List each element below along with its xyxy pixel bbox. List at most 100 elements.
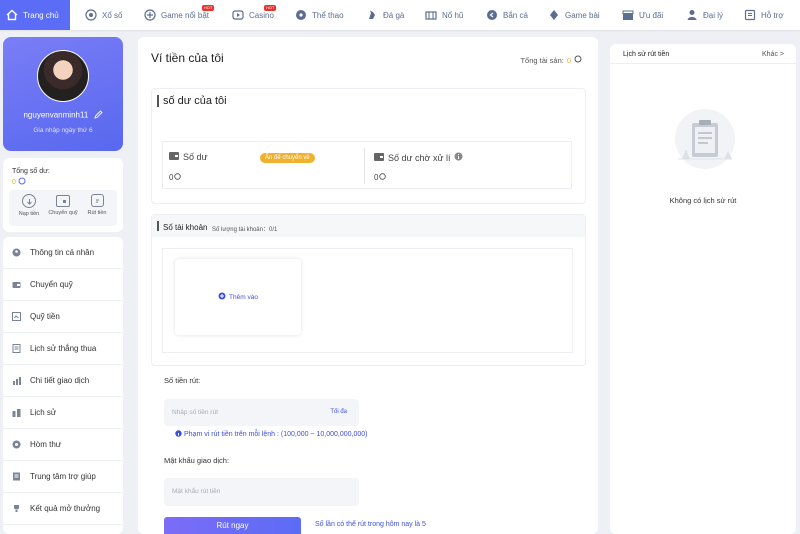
top-nav: Trang chủ Xổ số Game nổi bật HOT Casino … <box>0 0 800 30</box>
add-account-card[interactable]: Thêm vào <box>175 259 301 335</box>
withdraw-limit-note: Số lần có thể rút trong hôm nay là 5 <box>315 521 426 528</box>
lottery-icon <box>85 9 97 21</box>
quick-actions: Nạp tiền Chuyển quỹ Rút tiền <box>9 190 117 226</box>
nav-sports[interactable]: Thể thao <box>295 0 344 30</box>
history-icon <box>12 344 21 353</box>
sidebar-item-fund[interactable]: Quỹ tiền <box>3 301 123 333</box>
balance-value-row: 0 <box>169 173 182 182</box>
profile-card: nguyenvanminh11 Gia nhập ngày thứ 6 <box>3 37 123 151</box>
username-row: nguyenvanminh11 <box>3 110 123 121</box>
sports-icon <box>295 9 307 21</box>
sidebar-item-history[interactable]: Lịch sử <box>3 397 123 429</box>
sidebar-item-label: Quỹ tiền <box>30 312 60 321</box>
wallet-icon <box>374 152 384 163</box>
sidebar-item-personal-info[interactable]: Thông tin cá nhân <box>3 237 123 269</box>
sidebar-item-win-loss-history[interactable]: Lịch sử thắng thua <box>3 333 123 365</box>
nav-agent-label: Đại lý <box>703 10 724 20</box>
transaction-icon <box>12 376 21 385</box>
refresh-icon[interactable] <box>574 55 582 65</box>
sidebar-item-draw-results[interactable]: Kết quả mở thưởng <box>3 493 123 525</box>
wallet-icon <box>12 280 21 289</box>
sidebar-item-label: Trung tâm trợ giúp <box>30 472 96 481</box>
clock-icon <box>12 408 21 417</box>
account-count: Số lượng tài khoản：0/1 <box>212 227 278 233</box>
plus-icon <box>218 292 226 302</box>
nav-sports-label: Thể thao <box>312 10 344 20</box>
wallet-panel: Ví tiền của tôi Tổng tài sản: 0 số dư củ… <box>138 37 598 534</box>
empty-state-text: Không có lịch sử rút <box>669 196 737 205</box>
nav-slots[interactable]: Nổ hũ <box>425 0 463 30</box>
deposit-button[interactable]: Nạp tiền <box>12 194 46 217</box>
hide-transfer-button[interactable]: Ẩn để chuyển về <box>260 153 315 163</box>
sidebar-item-transaction-details[interactable]: Chi tiết giao dịch <box>3 365 123 397</box>
nav-lottery[interactable]: Xổ số <box>85 0 122 30</box>
hot-badge: HOT <box>264 5 277 11</box>
sidebar-item-label: Lịch sử <box>30 408 57 417</box>
sidebar-item-label: Chi tiết giao dịch <box>30 376 90 385</box>
info-icon[interactable] <box>454 152 463 163</box>
nav-home-label: Trang chủ <box>23 10 59 20</box>
divider <box>364 148 365 184</box>
nav-promotion[interactable]: Ưu đãi <box>622 0 663 30</box>
nav-agent[interactable]: Đại lý <box>686 0 723 30</box>
sidebar-item-label: Thông tin cá nhân <box>30 248 95 257</box>
nav-support[interactable]: Hỗ trợ <box>744 0 784 30</box>
deposit-icon <box>22 194 36 208</box>
history-title: Lịch sử rút tiền <box>623 51 670 58</box>
nav-card-game[interactable]: Game bài <box>548 0 600 30</box>
amount-placeholder: Nhập số tiền rút <box>172 409 218 416</box>
sidebar-item-label: Kết quả mở thưởng <box>30 504 101 513</box>
amount-input[interactable]: Nhập số tiền rút Tối đa <box>164 399 359 426</box>
withdraw-history-panel: Lịch sử rút tiền Khác > Không có lịch sử… <box>610 44 796 534</box>
featured-game-icon <box>144 9 156 21</box>
password-label: Mật khẩu giao dịch: <box>164 456 230 465</box>
sidebar-item-transfer[interactable]: Chuyển quỹ <box>3 269 123 301</box>
hot-badge: HOT <box>202 5 215 11</box>
nav-featured-game-label: Game nổi bật <box>161 10 210 20</box>
card-game-icon <box>548 9 560 21</box>
total-assets-value: 0 <box>566 55 571 65</box>
wallet-icon <box>169 152 179 162</box>
nav-cockfight-label: Đá gà <box>383 10 405 20</box>
nav-card-game-label: Game bài <box>565 10 600 20</box>
password-input[interactable]: Mật khẩu rút tiền <box>164 478 359 506</box>
nav-fishing-label: Bắn cá <box>503 10 528 20</box>
max-button[interactable]: Tối đa <box>330 409 347 415</box>
my-balance-section: số dư của tôi Số dư Ẩn để chuyển về 0 Số… <box>151 88 586 204</box>
refresh-icon[interactable] <box>18 177 26 187</box>
home-icon <box>6 9 18 21</box>
nav-lottery-label: Xổ số <box>102 10 123 20</box>
nav-fishing[interactable]: Bắn cá <box>486 0 528 30</box>
coin-icon <box>379 173 387 182</box>
sidebar-item-label: Hòm thư <box>30 440 62 449</box>
withdraw-icon <box>90 194 104 207</box>
account-title: Số tài khoản <box>163 223 208 232</box>
nav-home[interactable]: Trang chủ <box>0 0 70 30</box>
history-more-link[interactable]: Khác > <box>762 51 784 58</box>
nav-casino[interactable]: Casino HOT <box>232 0 277 30</box>
nav-cockfight[interactable]: Đá gà <box>366 0 404 30</box>
total-balance-row: 0 <box>12 177 26 187</box>
range-note-text: Phạm vi rút tiền trên mỗi lệnh : (100,00… <box>184 431 368 438</box>
sidebar-item-label: Lịch sử thắng thua <box>30 344 97 353</box>
sidebar-item-help-center[interactable]: Trung tâm trợ giúp <box>3 461 123 493</box>
fishing-icon <box>486 9 498 21</box>
total-balance-value: 0 <box>12 178 16 186</box>
balance-card: Tổng số dư: 0 Nạp tiền Chuyển quỹ Rút ti… <box>3 158 123 232</box>
help-icon <box>12 472 21 481</box>
coin-icon <box>174 173 182 182</box>
avatar[interactable] <box>37 50 89 102</box>
transfer-button[interactable]: Chuyển quỹ <box>46 194 80 216</box>
sidebar-item-label: Chuyển quỹ <box>30 280 73 289</box>
withdraw-submit-button[interactable]: Rút ngay <box>164 517 301 534</box>
withdraw-button[interactable]: Rút tiền <box>80 194 114 216</box>
section-marker <box>157 95 159 107</box>
sidebar-menu: Thông tin cá nhân Chuyển quỹ Quỹ tiền Lị… <box>3 237 123 534</box>
edit-icon[interactable] <box>93 110 103 121</box>
nav-featured-game[interactable]: Game nổi bật HOT <box>144 0 215 30</box>
account-section: Số tài khoản Số lượng tài khoản：0/1 Thêm… <box>151 214 586 366</box>
balance-row: Số dư Ẩn để chuyển về 0 Số dư chờ xử lí … <box>162 141 572 189</box>
info-icon <box>175 430 182 439</box>
total-assets: Tổng tài sản: 0 <box>520 55 582 65</box>
sidebar-item-mailbox[interactable]: Hòm thư <box>3 429 123 461</box>
